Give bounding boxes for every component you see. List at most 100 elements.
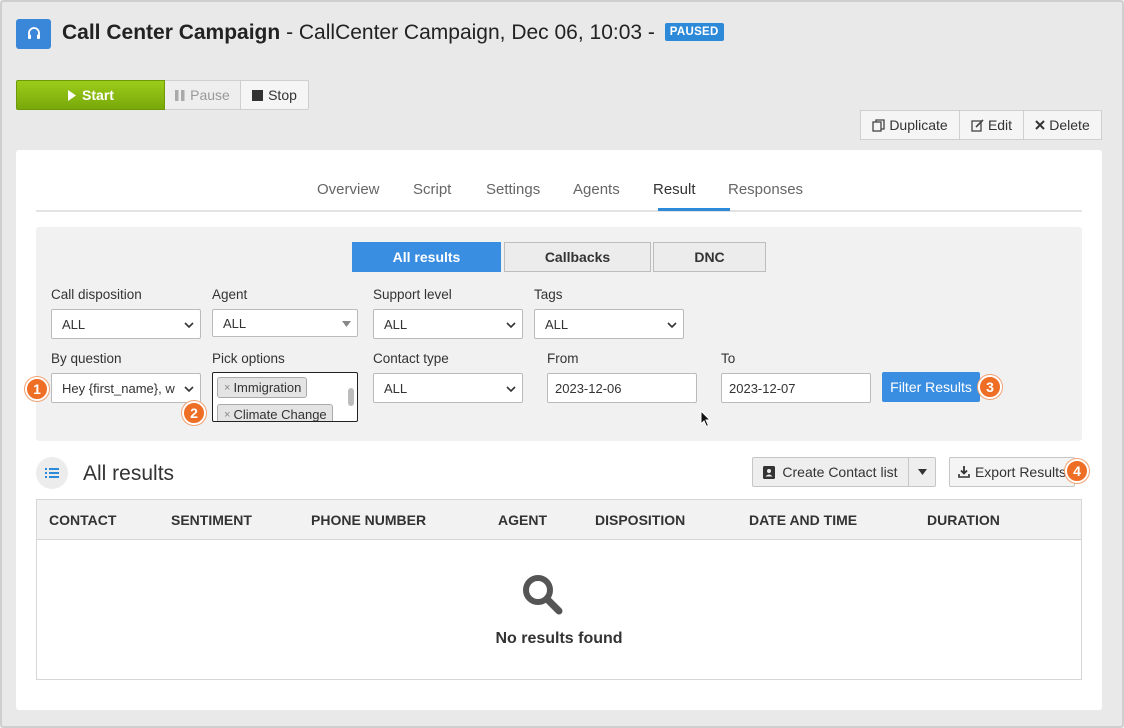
callout-badge-1: 1 xyxy=(25,377,49,401)
edit-button[interactable]: Edit xyxy=(960,110,1024,140)
column-duration[interactable]: DURATION xyxy=(927,512,1000,528)
multiselect-scrollbar[interactable] xyxy=(348,388,354,406)
stop-icon xyxy=(252,89,264,101)
play-icon xyxy=(68,89,77,101)
pause-label: Pause xyxy=(190,87,230,103)
tab-settings[interactable]: Settings xyxy=(486,181,540,198)
caret-down-icon xyxy=(917,469,927,475)
mouse-cursor-icon xyxy=(700,410,712,428)
pause-button[interactable]: Pause xyxy=(165,80,241,110)
support-level-select[interactable]: ALL xyxy=(373,309,523,339)
to-label: To xyxy=(721,351,736,366)
pause-icon xyxy=(175,89,185,101)
call-disposition-label: Call disposition xyxy=(51,287,142,302)
table-header: CONTACT SENTIMENT PHONE NUMBER AGENT DIS… xyxy=(37,500,1081,540)
remove-chip-icon[interactable]: × xyxy=(224,382,230,394)
results-table: CONTACT SENTIMENT PHONE NUMBER AGENT DIS… xyxy=(36,499,1082,680)
option-chip-climate-change[interactable]: × Climate Change xyxy=(217,404,333,422)
agent-select[interactable]: ALL xyxy=(212,309,358,337)
by-question-label: By question xyxy=(51,351,122,366)
start-button[interactable]: Start xyxy=(16,80,165,110)
edit-icon xyxy=(971,118,984,132)
export-results-button[interactable]: Export Results xyxy=(949,457,1075,487)
remove-chip-icon[interactable]: × xyxy=(224,409,230,421)
chevron-down-icon xyxy=(184,386,194,393)
column-contact[interactable]: CONTACT xyxy=(49,512,116,528)
agent-value: ALL xyxy=(223,315,247,331)
caret-down-icon xyxy=(342,321,351,327)
segment-dnc[interactable]: DNC xyxy=(653,242,766,272)
tags-select[interactable]: ALL xyxy=(534,309,684,339)
contact-type-label: Contact type xyxy=(373,351,449,366)
chevron-down-icon xyxy=(506,322,516,329)
stop-label: Stop xyxy=(268,87,297,103)
by-question-select[interactable]: Hey {first_name}, w xyxy=(51,373,201,403)
by-question-value: Hey {first_name}, w xyxy=(62,380,175,396)
tab-bar: Overview Script Settings Agents Result R… xyxy=(36,170,1082,212)
edit-label: Edit xyxy=(987,117,1013,133)
close-icon xyxy=(1035,120,1045,130)
option-chip-immigration[interactable]: × Immigration xyxy=(217,377,308,398)
tags-label: Tags xyxy=(534,287,563,302)
callout-badge-2: 2 xyxy=(182,401,206,425)
create-contact-list-button[interactable]: Create Contact list xyxy=(752,457,909,487)
page-title: Call Center Campaign - CallCenter Campai… xyxy=(62,21,724,45)
search-icon xyxy=(523,575,563,615)
filter-results-button[interactable]: Filter Results xyxy=(882,372,980,402)
segment-callbacks[interactable]: Callbacks xyxy=(504,242,651,272)
to-date-value: 2023-12-07 xyxy=(729,380,796,396)
column-phone-number[interactable]: PHONE NUMBER xyxy=(311,512,426,528)
filter-panel: All results Callbacks DNC Call dispositi… xyxy=(25,227,1082,441)
pick-options-multiselect[interactable]: × Immigration × Climate Change xyxy=(212,372,358,422)
from-date-input[interactable]: 2023-12-06 xyxy=(547,373,697,403)
contact-type-value: ALL xyxy=(384,380,408,396)
chip-label: Climate Change xyxy=(233,407,327,422)
contact-book-icon xyxy=(763,465,776,479)
delete-label: Delete xyxy=(1049,117,1090,133)
delete-button[interactable]: Delete xyxy=(1024,110,1102,140)
create-contact-list-dropdown[interactable] xyxy=(909,457,936,487)
download-icon xyxy=(958,466,970,478)
support-level-label: Support level xyxy=(373,287,452,302)
status-badge: PAUSED xyxy=(664,23,724,41)
call-disposition-select[interactable]: ALL xyxy=(51,309,201,339)
tags-value: ALL xyxy=(545,316,569,332)
export-results-label: Export Results xyxy=(974,464,1067,480)
chip-label: Immigration xyxy=(233,380,302,395)
column-disposition[interactable]: DISPOSITION xyxy=(595,512,685,528)
results-title: All results xyxy=(83,462,175,485)
tab-overview[interactable]: Overview xyxy=(317,181,380,198)
empty-state-message: No results found xyxy=(495,630,623,647)
copy-icon xyxy=(872,118,885,132)
app-headset-icon xyxy=(16,19,51,49)
campaign-subtitle: - CallCenter Campaign, Dec 06, 10:03 - xyxy=(286,21,655,44)
call-disposition-value: ALL xyxy=(62,316,86,332)
duplicate-label: Duplicate xyxy=(889,117,948,133)
contact-type-select[interactable]: ALL xyxy=(373,373,523,403)
to-date-input[interactable]: 2023-12-07 xyxy=(721,373,871,403)
create-contact-list-label: Create Contact list xyxy=(782,464,898,480)
support-level-value: ALL xyxy=(384,316,408,332)
tab-responses[interactable]: Responses xyxy=(728,181,803,198)
segment-all-results[interactable]: All results xyxy=(352,242,501,272)
start-label: Start xyxy=(82,87,114,103)
column-agent[interactable]: AGENT xyxy=(498,512,547,528)
duplicate-button[interactable]: Duplicate xyxy=(860,110,960,140)
tab-script[interactable]: Script xyxy=(413,181,451,198)
callout-badge-4: 4 xyxy=(1065,459,1089,483)
tab-agents[interactable]: Agents xyxy=(573,181,620,198)
callout-badge-3: 3 xyxy=(978,375,1002,399)
stop-button[interactable]: Stop xyxy=(241,80,309,110)
campaign-card: Overview Script Settings Agents Result R… xyxy=(16,150,1102,710)
campaign-name: Call Center Campaign xyxy=(62,21,281,44)
chevron-down-icon xyxy=(184,322,194,329)
from-date-value: 2023-12-06 xyxy=(555,380,622,396)
column-sentiment[interactable]: SENTIMENT xyxy=(171,512,252,528)
tab-result[interactable]: Result xyxy=(653,181,696,198)
agent-label: Agent xyxy=(212,287,248,302)
column-date-and-time[interactable]: DATE AND TIME xyxy=(749,512,857,528)
chevron-down-icon xyxy=(506,386,516,393)
pick-options-label: Pick options xyxy=(212,351,285,366)
active-tab-indicator xyxy=(658,208,730,211)
from-label: From xyxy=(547,351,579,366)
